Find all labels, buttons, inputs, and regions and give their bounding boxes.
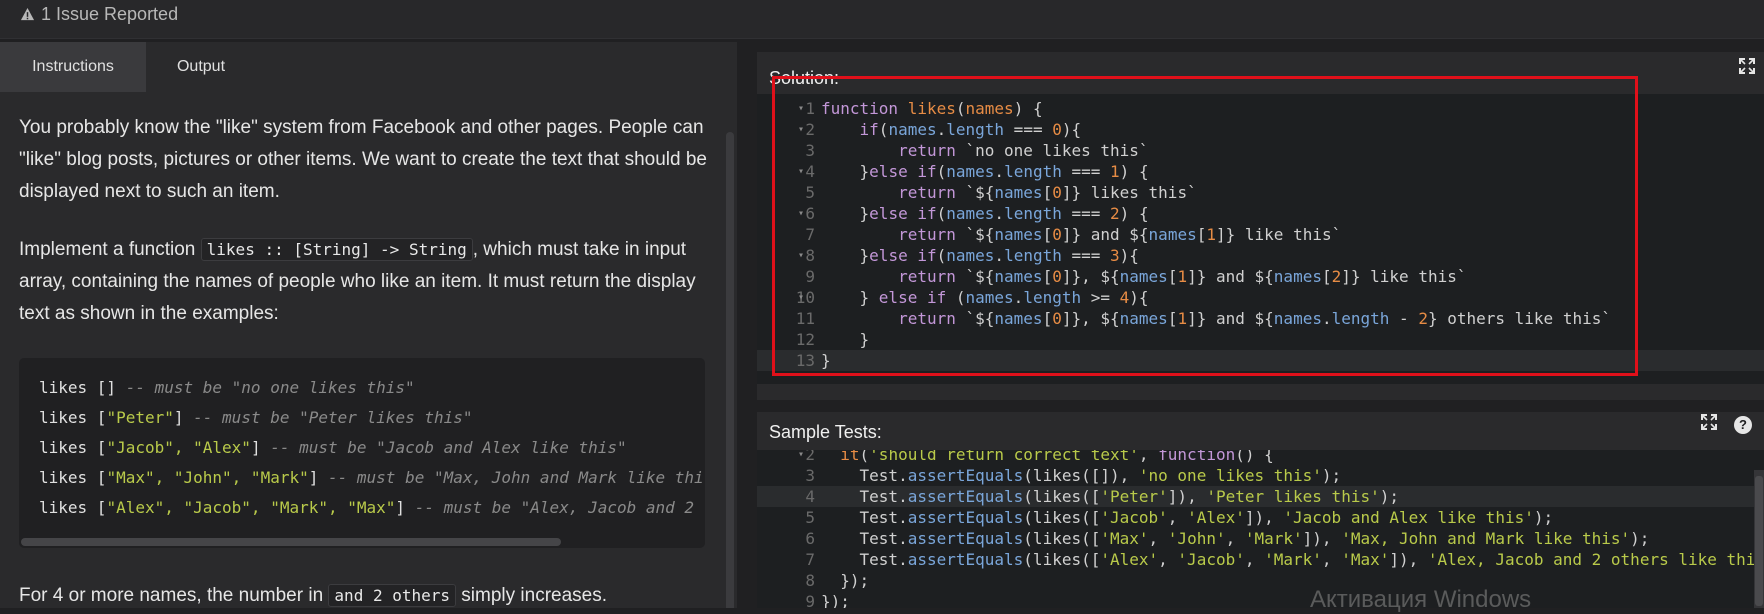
text-fragment: simply increases.: [456, 585, 608, 606]
code-line: 6 Test.assertEquals(likes(['Max', 'John'…: [805, 529, 1650, 548]
example-line: likes [] -- must be "no one likes this": [39, 378, 415, 397]
text-fragment: For 4 or more names, the number in: [19, 585, 329, 606]
code-line: 6 ▾ }else if(names.length === 2) {: [798, 204, 1149, 223]
scrollbar-thumb[interactable]: [21, 538, 561, 546]
code-line: 7 return `${names[0]} and ${names[1]} li…: [805, 225, 1342, 244]
solution-title: Solution:: [769, 68, 840, 88]
sample-tests-editor[interactable]: 2 ▾ it('should return correct text', func…: [757, 450, 1764, 608]
code-line-active: 4 Test.assertEquals(likes(['Peter']), 'P…: [757, 486, 1764, 507]
windows-activation-watermark: Активация Windows: [1310, 586, 1532, 613]
sample-tests-title: Sample Tests:: [769, 422, 882, 442]
inline-code: and 2 others: [328, 584, 457, 607]
code-line: 2 ▾ if(names.length === 0){: [798, 120, 1082, 139]
code-line-active: 13}: [757, 350, 1764, 371]
tab-instructions[interactable]: Instructions: [0, 42, 146, 92]
examples-code-block: likes [] -- must be "no one likes this" …: [19, 358, 705, 548]
issue-text: 1 Issue Reported: [41, 4, 179, 24]
code-line: 8 });: [805, 571, 870, 590]
code-line: 5 return `${names[0]} likes this`: [805, 183, 1197, 202]
code-line: 3 return `no one likes this`: [805, 141, 1149, 160]
expand-icon-svg: [1701, 414, 1717, 430]
examples-horizontal-scrollbar[interactable]: [19, 536, 705, 548]
help-icon[interactable]: ?: [1734, 416, 1752, 434]
code-line: 10 ▾ } else if (names.length >= 4){: [795, 288, 1149, 307]
code-line: 5 Test.assertEquals(likes(['Jacob', 'Ale…: [805, 508, 1554, 527]
code-line: 9});: [805, 592, 850, 608]
solution-editor[interactable]: 1 ▾ function likes(names) { 2 ▾ if(names.le…: [757, 94, 1764, 384]
scrollbar-thumb[interactable]: [726, 132, 734, 608]
instructions-paragraph-2: Implement a function likes :: [String] -…: [19, 234, 719, 330]
issue-reported-link[interactable]: 1 Issue Reported: [20, 4, 178, 25]
code-line: 3 Test.assertEquals(likes([]), 'no one l…: [805, 466, 1342, 485]
instructions-paragraph-1: You probably know the "like" system from…: [19, 117, 707, 202]
code-line: 2 ▾ it('should return correct text', func…: [798, 450, 1274, 464]
tab-output[interactable]: Output: [146, 42, 256, 92]
tab-bar: Instructions Output: [0, 42, 737, 92]
scrollbar-thumb[interactable]: [1755, 476, 1763, 606]
code-line: 1 ▾ function likes(names) {: [798, 99, 1043, 118]
solution-panel: Solution: 1 ▾ function likes(names) { 2 ▾ i…: [757, 52, 1764, 400]
instructions-panel: Instructions Output You probably know th…: [0, 42, 737, 608]
sample-tests-panel: Sample Tests: ? 2 ▾ it('should return cor…: [757, 412, 1764, 608]
expand-icon[interactable]: [1739, 58, 1755, 79]
example-line: likes ["Max", "John", "Mark"] -- must be…: [39, 468, 704, 487]
example-line: likes ["Alex", "Jacob", "Mark", "Max"] -…: [39, 498, 695, 517]
inline-code: likes :: [String] -> String: [200, 238, 473, 261]
code-line: 9 return `${names[0]}, ${names[1]} and $…: [805, 267, 1467, 286]
code-line: 12 }: [795, 330, 870, 349]
example-line: likes ["Jacob", "Alex"] -- must be "Jaco…: [39, 438, 627, 457]
warning-icon: [20, 7, 35, 21]
code-line: 11 return `${names[0]}, ${names[1]} and …: [795, 309, 1611, 328]
code-line: 4 ▾ }else if(names.length === 1) {: [798, 162, 1149, 181]
example-line: likes ["Peter"] -- must be "Peter likes …: [39, 408, 473, 427]
expand-icon-svg: [1739, 58, 1755, 74]
code-line: 8 ▾ }else if(names.length === 3){: [798, 246, 1139, 265]
instructions-paragraph-3: For 4 or more names, the number in and 2…: [19, 580, 719, 608]
expand-icon[interactable]: [1701, 414, 1717, 435]
tests-vertical-scrollbar[interactable]: [1754, 470, 1764, 608]
top-bar: 1 Issue Reported: [0, 0, 1764, 39]
editor-column: Solution: 1 ▾ function likes(names) { 2 ▾ i…: [757, 42, 1764, 608]
text-fragment: Implement a function: [19, 239, 201, 260]
code-line: 7 Test.assertEquals(likes(['Alex', 'Jaco…: [805, 550, 1764, 569]
instructions-vertical-scrollbar[interactable]: [724, 92, 736, 608]
